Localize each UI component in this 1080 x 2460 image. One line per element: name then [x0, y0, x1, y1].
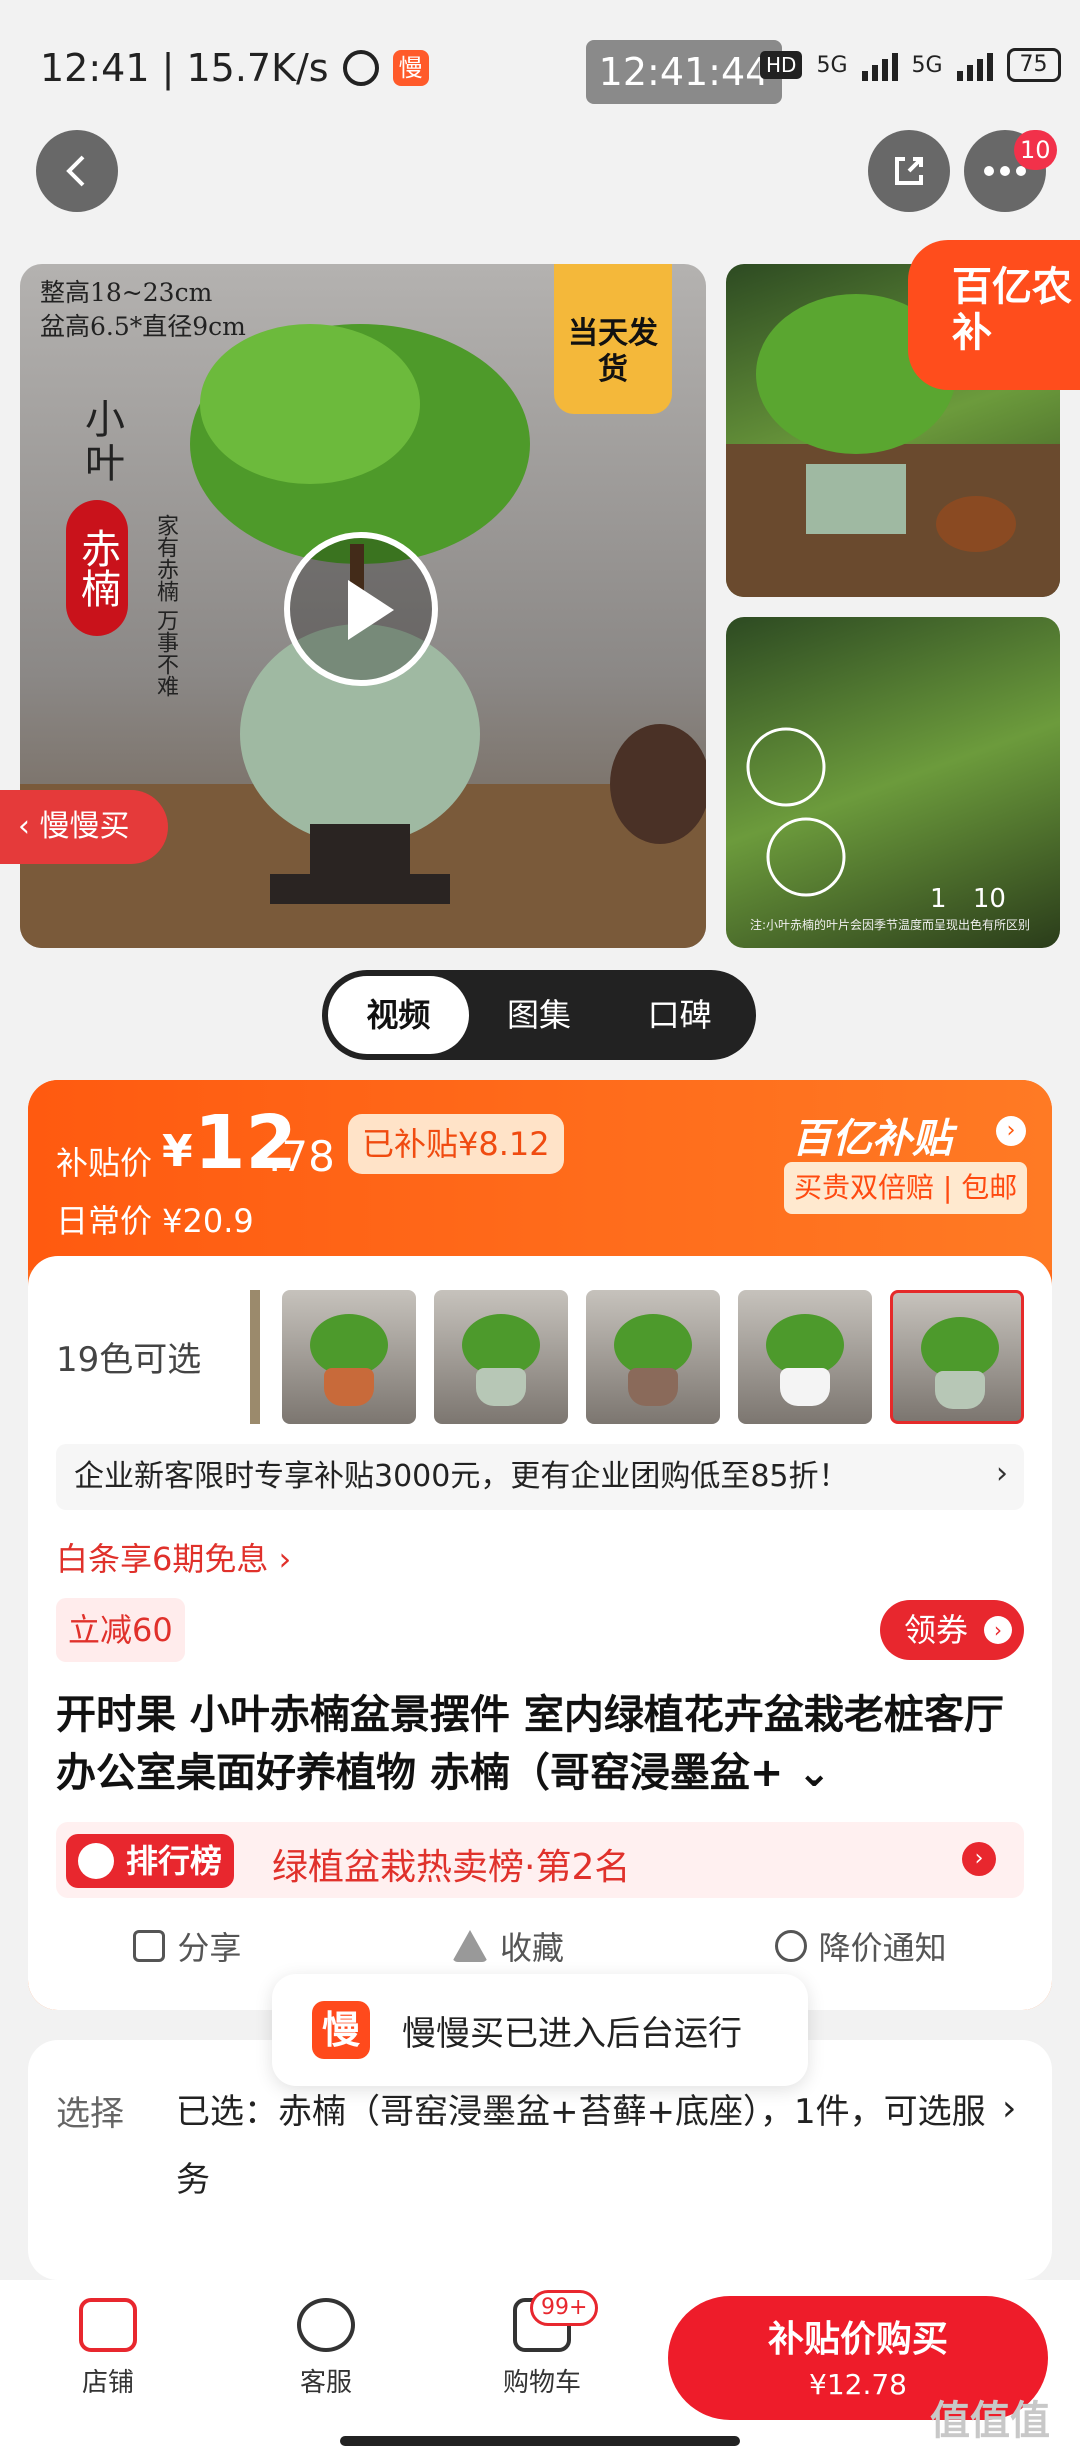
- variant-swatch[interactable]: [282, 1290, 416, 1424]
- alarm-icon: [342, 50, 379, 86]
- time-speed: 12:41 | 15.7K/s: [40, 46, 329, 90]
- network-label-1: 5G: [816, 52, 848, 78]
- clock-overlay: 12:41:44: [586, 40, 782, 104]
- back-tag-label: 慢慢买: [39, 809, 130, 844]
- more-dots-icon: [984, 166, 1026, 176]
- chevron-right-icon[interactable]: ›: [996, 1116, 1026, 1146]
- enterprise-promo[interactable]: 企业新客限时专享补贴3000元，更有企业团购低至85折！: [56, 1444, 1024, 1510]
- variant-swatch-selected[interactable]: [890, 1290, 1024, 1424]
- price-alert-label: 降价通知: [818, 1929, 947, 1967]
- status-left: 12:41 | 15.7K/s 慢: [40, 46, 429, 90]
- hd-icon: HD: [760, 51, 803, 79]
- tab-gallery[interactable]: 图集: [469, 976, 610, 1054]
- variant-swatch[interactable]: [434, 1290, 568, 1424]
- price-decimal: .78: [268, 1132, 335, 1181]
- thumbnail-photo-2[interactable]: [726, 617, 1060, 948]
- thumbnail-image-2: [746, 727, 846, 897]
- smile-icon: [297, 2298, 355, 2352]
- coupon-label: 领券: [904, 1611, 969, 1649]
- subsidy-brand-logo[interactable]: 百亿补贴: [792, 1106, 952, 1164]
- counter-total: 10: [972, 884, 1006, 914]
- variant-swatch[interactable]: [586, 1290, 720, 1424]
- shop-icon: [79, 2298, 137, 2352]
- chevron-right-icon: ›: [962, 1842, 996, 1876]
- get-coupon-button[interactable]: 领券 ›: [880, 1600, 1024, 1660]
- regular-price: 日常价 ¥20.9: [56, 1202, 254, 1240]
- product-title[interactable]: 开时果 小叶赤楠盆景摆件 室内绿植花卉盆栽老桩客厅办公室桌面好养植物 赤楠（哥窑…: [56, 1686, 1024, 1802]
- share-label: 分享: [177, 1929, 242, 1967]
- media-tabs: 视频 图集 口碑: [322, 970, 756, 1060]
- play-video-button[interactable]: [284, 532, 438, 686]
- back-button[interactable]: [36, 130, 118, 212]
- trophy-icon: [78, 1843, 114, 1879]
- share-icon: [895, 157, 923, 185]
- cart-badge: 99+: [530, 2290, 599, 2326]
- customer-service-button[interactable]: 客服: [266, 2298, 386, 2399]
- toast-text: 慢慢买已进入后台运行: [402, 2013, 742, 2054]
- buy-main-label: 补贴价购买: [767, 2319, 948, 2360]
- tab-reviews[interactable]: 口碑: [609, 976, 750, 1054]
- yen-icon: [774, 1930, 807, 1962]
- shop-button[interactable]: 店铺: [48, 2298, 168, 2399]
- chevron-right-icon: ›: [1002, 2088, 1017, 2129]
- selection-label: 选择: [56, 2094, 124, 2134]
- network-label-2: 5G: [911, 52, 943, 78]
- counter-current: 1: [930, 884, 947, 914]
- signal-icon: [861, 49, 898, 81]
- shop-label: 店铺: [81, 2368, 134, 2398]
- service-label: 客服: [299, 2368, 352, 2398]
- tab-video[interactable]: 视频: [328, 976, 469, 1054]
- status-right: HD 5G 5G 75: [760, 48, 1061, 82]
- share-action[interactable]: 分享: [133, 1923, 241, 1969]
- discount-tag: 立减60: [56, 1598, 185, 1662]
- watermark: 值值值: [930, 2398, 1050, 2444]
- share-icon: [133, 1930, 166, 1962]
- variant-swatch-partial[interactable]: [250, 1290, 260, 1424]
- battery-icon: 75: [1006, 48, 1061, 82]
- guarantee-badge: 买贵双倍赔 | 包邮: [784, 1162, 1028, 1214]
- chevron-right-icon: ›: [984, 1616, 1012, 1644]
- farm-subsidy-badge: 百亿农补: [908, 240, 1080, 390]
- chevron-right-icon: ›: [996, 1456, 1008, 1491]
- price-currency: ¥: [162, 1126, 193, 1177]
- spec-text: 整高18~23cm 盆高6.5*直径9cm: [40, 278, 246, 341]
- ranking-text: 绿植盆栽热卖榜·第2名: [272, 1847, 631, 1888]
- subsidy-amount: 已补贴¥8.12: [348, 1114, 564, 1174]
- ranking-badge-label: 排行榜: [126, 1842, 223, 1880]
- same-day-ship-tag: 当天发货: [554, 264, 672, 414]
- variant-swatch[interactable]: [738, 1290, 872, 1424]
- ranking-badge: 排行榜: [66, 1834, 235, 1888]
- photo-counter: 1 10: [930, 884, 1006, 914]
- background-toast: 慢 慢慢买已进入后台运行: [272, 1974, 808, 2086]
- installment-offer[interactable]: 白条享6期免息 ›: [56, 1534, 291, 1580]
- app-notification-icon: 慢: [392, 50, 429, 86]
- chevron-left-icon: [66, 155, 85, 187]
- signal-icon-2: [956, 49, 993, 81]
- subsidy-price-label: 补贴价: [56, 1144, 153, 1182]
- price-alert-action[interactable]: 降价通知: [774, 1923, 947, 1969]
- home-indicator[interactable]: [340, 2436, 740, 2446]
- photo-title-small: 小叶: [78, 398, 124, 486]
- photo-slogan: 家有赤楠 万事不难: [153, 514, 178, 697]
- action-row: 分享 收藏 降价通知: [28, 1916, 1052, 1976]
- photo-caption: 注:小叶赤楠的叶片会因季节温度而呈现出色有所区别: [750, 918, 1031, 932]
- selection-value[interactable]: 已选：赤楠（哥窑浸墨盆+苔藓+底座），1件，可选服务: [176, 2078, 1006, 2214]
- app-logo-icon: 慢: [312, 2001, 370, 2059]
- favorite-action[interactable]: 收藏: [451, 1923, 564, 1969]
- star-icon: [451, 1930, 488, 1962]
- back-to-app-tag[interactable]: ‹ 慢慢买: [0, 790, 168, 864]
- cart-label: 购物车: [502, 2368, 581, 2398]
- variant-count[interactable]: 19色可选: [56, 1332, 201, 1381]
- notification-badge: 10: [1014, 130, 1057, 170]
- share-button[interactable]: [868, 130, 950, 212]
- photo-title-highlight: 赤楠: [66, 500, 128, 636]
- favorite-label: 收藏: [499, 1929, 564, 1967]
